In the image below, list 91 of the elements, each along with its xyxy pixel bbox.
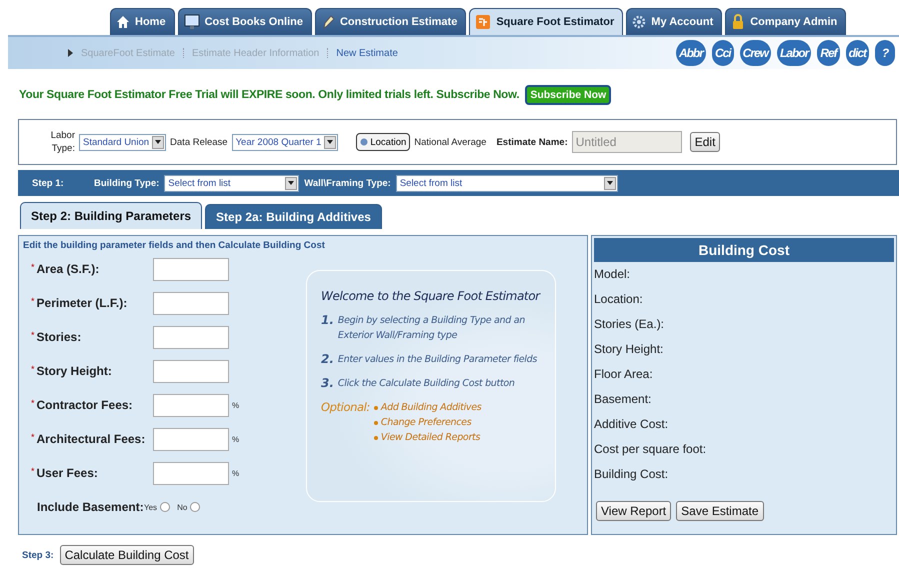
triangle-bullet-icon	[68, 49, 73, 57]
cost-label: Stories (Ea.):	[594, 316, 666, 333]
cost-label: Model:	[594, 266, 632, 283]
nav-tab[interactable]: My Account	[626, 8, 722, 35]
breadcrumb-link[interactable]: New Estimate	[336, 48, 398, 58]
nav-tab[interactable]: Construction Estimate	[314, 8, 466, 35]
dropdown-caret-icon	[152, 136, 164, 148]
input-field[interactable]	[153, 326, 229, 348]
toolbar-button[interactable]: Labor	[776, 40, 812, 66]
field-label: * Stories:	[31, 330, 82, 344]
field-label: * Architectural Fees:	[31, 432, 146, 446]
radio-label: No	[177, 502, 188, 512]
step-text: Begin by selecting a Building Type and an Exterior Wall/Framing type	[338, 314, 526, 343]
nav-tab[interactable]: Cost Books Online	[178, 8, 312, 35]
step-label: Step 3:	[22, 550, 54, 560]
panel-title: Building Cost	[594, 238, 894, 262]
nav-tab[interactable]: Home	[110, 8, 175, 35]
step-text: Enter values in the Building Parameter fields	[338, 353, 538, 367]
data-release-label: Data Release	[170, 136, 228, 148]
building-type-select[interactable]: Select from list	[164, 174, 300, 192]
edit-button[interactable]: Edit	[690, 132, 720, 152]
toolbar-button[interactable]: Ref	[817, 40, 840, 66]
cost-label: Additive Cost:	[594, 416, 670, 433]
location-button[interactable]: Location	[356, 133, 410, 151]
step-tab[interactable]: Step 2: Building Parameters	[20, 202, 202, 229]
radio-button[interactable]	[160, 502, 170, 512]
dropdown-caret-icon	[604, 176, 616, 190]
field-label: * Perimeter (L.F.):	[31, 296, 128, 310]
field-label: * Contractor Fees:	[31, 398, 134, 412]
unit-label: %	[232, 468, 240, 478]
step-number: 3.	[321, 376, 334, 391]
step-number: 2.	[321, 352, 334, 367]
cost-label: Floor Area:	[594, 366, 654, 383]
gear-icon	[632, 15, 646, 29]
estimate-name-label: Estimate Name:	[496, 136, 568, 148]
radio-label: Yes	[144, 502, 158, 512]
input-field[interactable]	[153, 292, 229, 314]
unit-label: %	[232, 434, 240, 444]
wall-framing-type-select[interactable]: Select from list	[396, 174, 618, 192]
step-text: Click the Calculate Building Cost button	[338, 377, 515, 391]
panel-button[interactable]: View Report	[596, 501, 672, 521]
instruction-text: Edit the building parameter fields and then Calculate Building Cost	[23, 240, 326, 251]
monitor-icon	[184, 14, 200, 30]
trial-message: Your Square Foot Estimator Free Trial will EXPIRE soon. Only limited trials left. Subscribe Now.	[19, 89, 520, 101]
labor-type-label: Labor Type:	[50, 129, 75, 155]
nav-tab[interactable]: Company Admin	[725, 8, 846, 35]
cost-label: Basement:	[594, 391, 652, 408]
pencil-icon	[320, 14, 335, 30]
toolbar-button[interactable]: Abbr	[676, 40, 706, 66]
optional-link[interactable]: Add Building Additives	[374, 402, 482, 413]
step-label: Step 1:	[32, 178, 65, 188]
padlock-icon	[731, 14, 746, 30]
radio-button[interactable]	[190, 502, 200, 512]
cost-label: Building Cost:	[594, 466, 670, 483]
toolbar-button[interactable]: dict	[846, 40, 869, 66]
labor-type-select[interactable]: Standard Union	[79, 134, 166, 150]
building-type-label: Building Type:	[94, 178, 160, 188]
house-icon	[116, 15, 130, 29]
field-label: * Area (S.F.):	[31, 262, 100, 276]
estimate-name-field[interactable]: Untitled	[572, 131, 682, 153]
optional-link[interactable]: Change Preferences	[374, 417, 482, 428]
calculate-button[interactable]: Calculate Building Cost	[60, 545, 194, 565]
globe-icon	[360, 138, 368, 146]
input-field[interactable]	[153, 360, 229, 382]
toolbar-button[interactable]: Cci	[712, 40, 734, 66]
optional-label: Optional:	[321, 400, 370, 416]
unit-label: %	[232, 400, 240, 410]
dropdown-caret-icon	[324, 136, 336, 148]
toolbar-button[interactable]: ?	[875, 40, 895, 66]
input-field[interactable]	[153, 428, 229, 450]
optional-link[interactable]: View Detailed Reports	[374, 432, 482, 443]
panel-button[interactable]: Save Estimate	[676, 501, 764, 521]
location-value: National Average	[414, 136, 486, 148]
cost-label: Location:	[594, 291, 644, 308]
dropdown-caret-icon	[285, 176, 298, 190]
step-tab[interactable]: Step 2a: Building Additives	[205, 204, 382, 229]
cost-label: Story Height:	[594, 341, 664, 358]
field-label: * Story Height:	[31, 364, 113, 378]
input-field[interactable]	[153, 394, 229, 416]
data-release-select[interactable]: Year 2008 Quarter 1	[232, 134, 338, 150]
toolbar-button[interactable]: Crew	[740, 40, 771, 66]
subscribe-button[interactable]: Subscribe Now	[525, 85, 612, 105]
input-field[interactable]	[153, 258, 229, 280]
step-number: 1.	[321, 313, 334, 329]
square-foot-icon	[475, 14, 492, 30]
field-label: * User Fees:	[31, 466, 99, 480]
cost-label: Cost per square foot:	[594, 441, 708, 458]
nav-tab[interactable]: Square Foot Estimator	[469, 8, 624, 35]
welcome-title: Welcome to the Square Foot Estimator	[321, 289, 542, 303]
wall-framing-type-label: Wall\Framing Type:	[304, 178, 391, 188]
input-field[interactable]	[153, 462, 229, 484]
